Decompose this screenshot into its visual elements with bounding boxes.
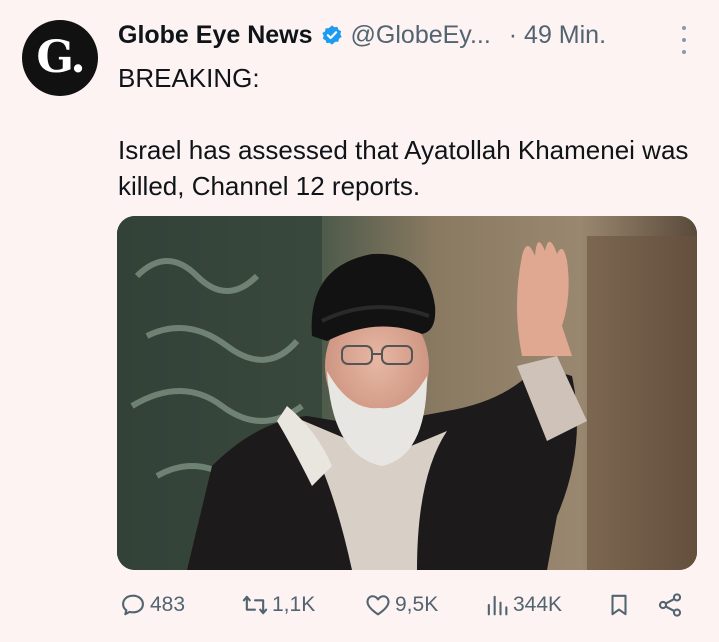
views-button[interactable]: 344K (483, 591, 562, 619)
repost-count: 1,1K (272, 593, 316, 616)
like-count: 9,5K (395, 593, 439, 616)
reply-icon (122, 594, 144, 616)
bookmark-button[interactable] (606, 591, 632, 619)
repost-button[interactable]: 1,1K (240, 591, 315, 619)
post-photo (117, 216, 697, 570)
more-options-icon[interactable] (679, 26, 689, 54)
share-icon (658, 593, 682, 617)
display-name[interactable]: Globe Eye News (118, 21, 313, 50)
bookmark-icon (611, 594, 627, 616)
share-button[interactable] (656, 591, 684, 619)
handle[interactable]: @GlobeEy... (351, 21, 491, 50)
verified-badge-icon (321, 25, 342, 45)
reply-count: 483 (150, 593, 186, 616)
reply-button[interactable]: 483 (118, 591, 185, 619)
timestamp[interactable]: · 49 Min. (509, 21, 606, 50)
views-icon (487, 595, 508, 616)
action-bar: 483 1,1K 9,5K 344K (118, 587, 698, 623)
repost-icon (242, 595, 268, 615)
post-text: BREAKING: Israel has assessed that Ayato… (118, 63, 689, 201)
avatar[interactable]: G. (22, 20, 98, 96)
like-button[interactable]: 9,5K (363, 591, 438, 619)
like-icon (366, 595, 390, 616)
post-image[interactable] (117, 216, 697, 570)
post-header: Globe Eye News @GlobeEy... · 49 Min. (118, 18, 708, 52)
view-count: 344K (513, 593, 563, 616)
avatar-logo: G. (36, 31, 85, 83)
